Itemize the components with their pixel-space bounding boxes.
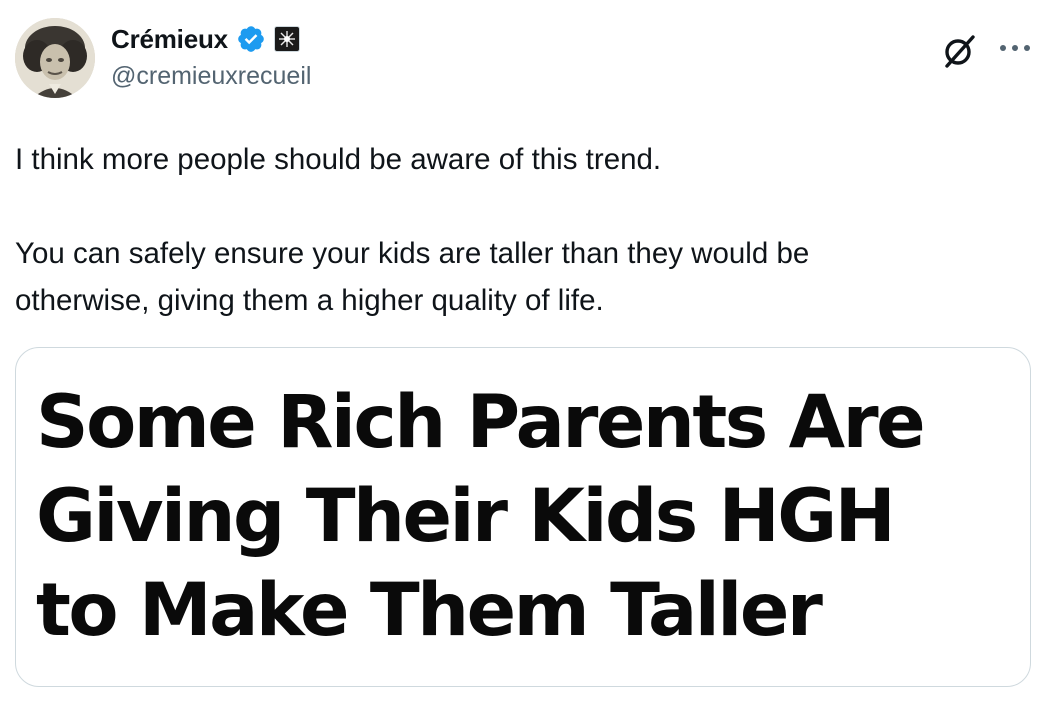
more-options-icon[interactable] — [995, 30, 1035, 66]
author-name-row: Crémieux — [111, 22, 300, 56]
tweet-text-line: otherwise, giving them a higher quality … — [15, 284, 604, 317]
affiliate-badge-icon[interactable] — [273, 26, 300, 52]
media-image[interactable]: Some Rich Parents Are Giving Their Kids … — [15, 347, 1031, 687]
headline-line: Some Rich Parents Are — [36, 380, 926, 465]
author-handle[interactable]: @cremieuxrecueil — [111, 62, 311, 91]
avatar[interactable] — [15, 18, 95, 98]
tweet-text-line: You can safely ensure your kids are tall… — [15, 237, 810, 270]
display-name[interactable]: Crémieux — [111, 24, 228, 55]
grok-icon[interactable] — [940, 32, 978, 70]
headline-line: to Make Them Taller — [36, 568, 823, 653]
verified-badge-icon[interactable] — [236, 24, 266, 54]
article-headline: Some Rich Parents Are Giving Their Kids … — [36, 376, 1026, 658]
tweet-text: I think more people should be aware of t… — [15, 136, 1025, 324]
tweet-text-line: I think more people should be aware of t… — [15, 143, 662, 176]
headline-line: Giving Their Kids HGH — [36, 474, 896, 559]
tweet: Crémieux @cremieuxrecueil I think more p… — [0, 0, 1050, 710]
